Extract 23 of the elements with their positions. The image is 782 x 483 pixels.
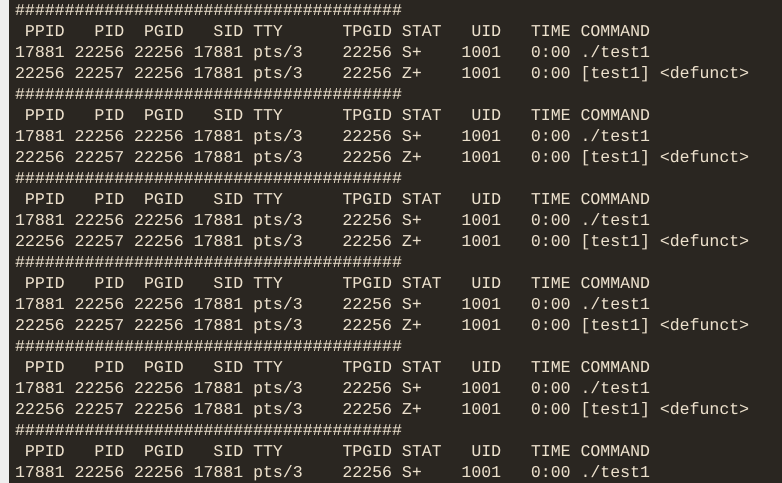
terminal-line: PPID PID PGID SID TTY TPGID STAT UID TIME COMMAND — [24, 22, 650, 41]
terminal-line: 17881 22256 22256 17881 pts/3 22256 S+ 1001 0:00 ./test1 — [15, 211, 650, 230]
terminal-line: ####################################### — [15, 169, 402, 188]
terminal-line: 22256 22257 22256 17881 pts/3 22256 Z+ 1001 0:00 [test1] <defunct> — [15, 232, 750, 251]
terminal-line: 22256 22257 22256 17881 pts/3 22256 Z+ 1001 0:00 [test1] <defunct> — [15, 64, 750, 83]
terminal-line: ####################################### — [15, 337, 402, 356]
terminal-line: 17881 22256 22256 17881 pts/3 22256 S+ 1001 0:00 ./test1 — [15, 43, 650, 62]
terminal-line: PPID PID PGID SID TTY TPGID STAT UID TIME COMMAND — [24, 106, 650, 125]
terminal-line: PPID PID PGID SID TTY TPGID STAT UID TIME COMMAND — [24, 358, 650, 377]
terminal-line: 22256 22257 22256 17881 pts/3 22256 Z+ 1001 0:00 [test1] <defunct> — [15, 400, 750, 419]
terminal-line: PPID PID PGID SID TTY TPGID STAT UID TIME COMMAND — [24, 442, 650, 461]
terminal-line: PPID PID PGID SID TTY TPGID STAT UID TIME COMMAND — [24, 274, 650, 293]
terminal-line: 17881 22256 22256 17881 pts/3 22256 S+ 1001 0:00 ./test1 — [15, 463, 650, 482]
terminal-line: 22256 22257 22256 17881 pts/3 22256 Z+ 1001 0:00 [test1] <defunct> — [15, 316, 750, 335]
terminal-line: 17881 22256 22256 17881 pts/3 22256 S+ 1001 0:00 ./test1 — [15, 295, 650, 314]
terminal-line: ####################################### — [15, 1, 402, 20]
terminal-line: ####################################### — [15, 253, 402, 272]
terminal-line: ####################################### — [15, 85, 402, 104]
terminal-line: 17881 22256 22256 17881 pts/3 22256 S+ 1001 0:00 ./test1 — [15, 379, 650, 398]
terminal-line: PPID PID PGID SID TTY TPGID STAT UID TIME COMMAND — [24, 190, 650, 209]
terminal-line: 22256 22257 22256 17881 pts/3 22256 Z+ 1001 0:00 [test1] <defunct> — [15, 148, 750, 167]
terminal-line: 17881 22256 22256 17881 pts/3 22256 S+ 1001 0:00 ./test1 — [15, 127, 650, 146]
terminal-line: ####################################### — [15, 421, 402, 440]
